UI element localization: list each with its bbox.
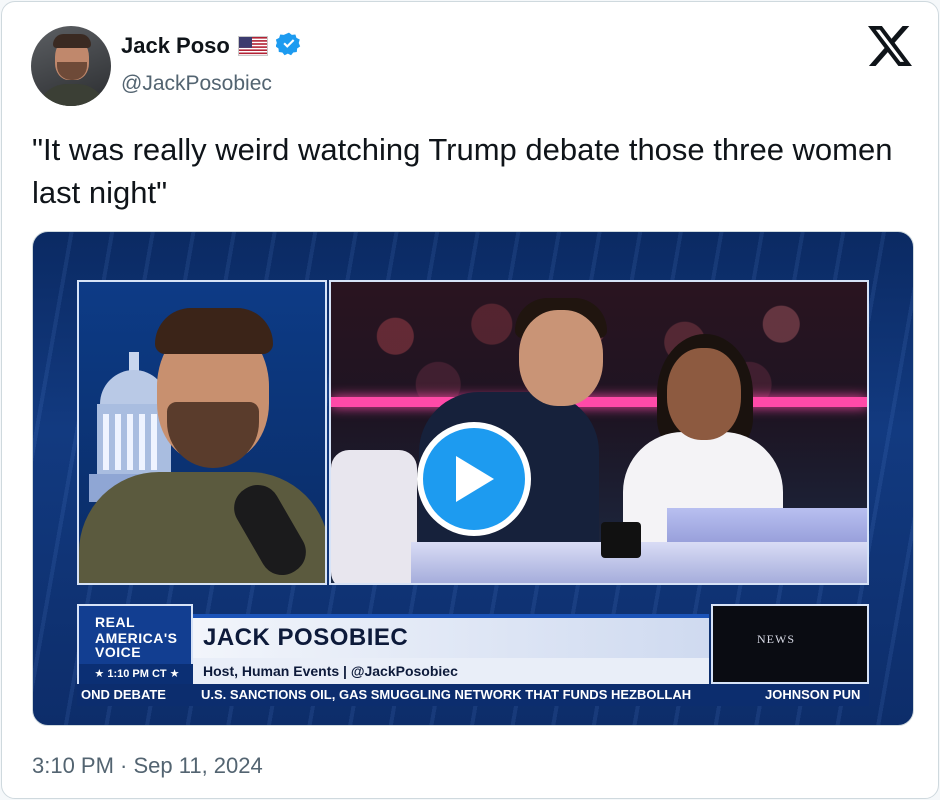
- broadcast-time: ★ 1:10 PM CT ★: [79, 664, 195, 684]
- tweet-card: Jack Poso @JackPosobiec "It was really w…: [1, 1, 939, 799]
- play-button[interactable]: [417, 422, 531, 536]
- lower-third: REAL AMERICA'S VOICE ★ 1:10 PM CT ★ JACK…: [77, 604, 869, 684]
- lower-third-namebar: JACK POSOBIEC: [193, 614, 709, 658]
- debate-video-frame: [329, 280, 869, 585]
- ticker-item: JOHNSON PUN: [765, 687, 861, 702]
- author-display-name[interactable]: Jack Poso: [121, 33, 230, 59]
- author-handle[interactable]: @JackPosobiec: [121, 72, 272, 96]
- author-name-row: Jack Poso: [121, 32, 302, 60]
- verified-badge-icon: [275, 31, 302, 62]
- video-player[interactable]: REAL AMERICA'S VOICE ★ 1:10 PM CT ★ JACK…: [32, 231, 914, 726]
- host-video-frame: [77, 280, 327, 585]
- news-ticker: OND DEBATE U.S. SANCTIONS OIL, GAS SMUGG…: [77, 684, 869, 706]
- lower-third-subbar: Host, Human Events | @JackPosobiec: [193, 658, 709, 684]
- lower-third-thumbnail: NEWS: [711, 604, 869, 684]
- lower-third-name: JACK POSOBIEC: [203, 624, 409, 651]
- author-avatar[interactable]: [31, 26, 111, 106]
- network-logo: REAL AMERICA'S VOICE ★ 1:10 PM CT ★: [77, 604, 195, 684]
- x-logo-icon[interactable]: [868, 26, 912, 66]
- ticker-item: U.S. SANCTIONS OIL, GAS SMUGGLING NETWOR…: [201, 687, 692, 702]
- us-flag-icon: [237, 36, 268, 56]
- lower-third-subtitle: Host, Human Events | @JackPosobiec: [203, 663, 458, 679]
- tweet-timestamp[interactable]: 3:10 PM · Sep 11, 2024: [32, 753, 263, 779]
- ticker-item: OND DEBATE: [81, 687, 166, 702]
- thumbnail-text: NEWS: [757, 632, 795, 646]
- play-icon: [456, 456, 494, 502]
- tweet-text: "It was really weird watching Trump deba…: [32, 132, 893, 210]
